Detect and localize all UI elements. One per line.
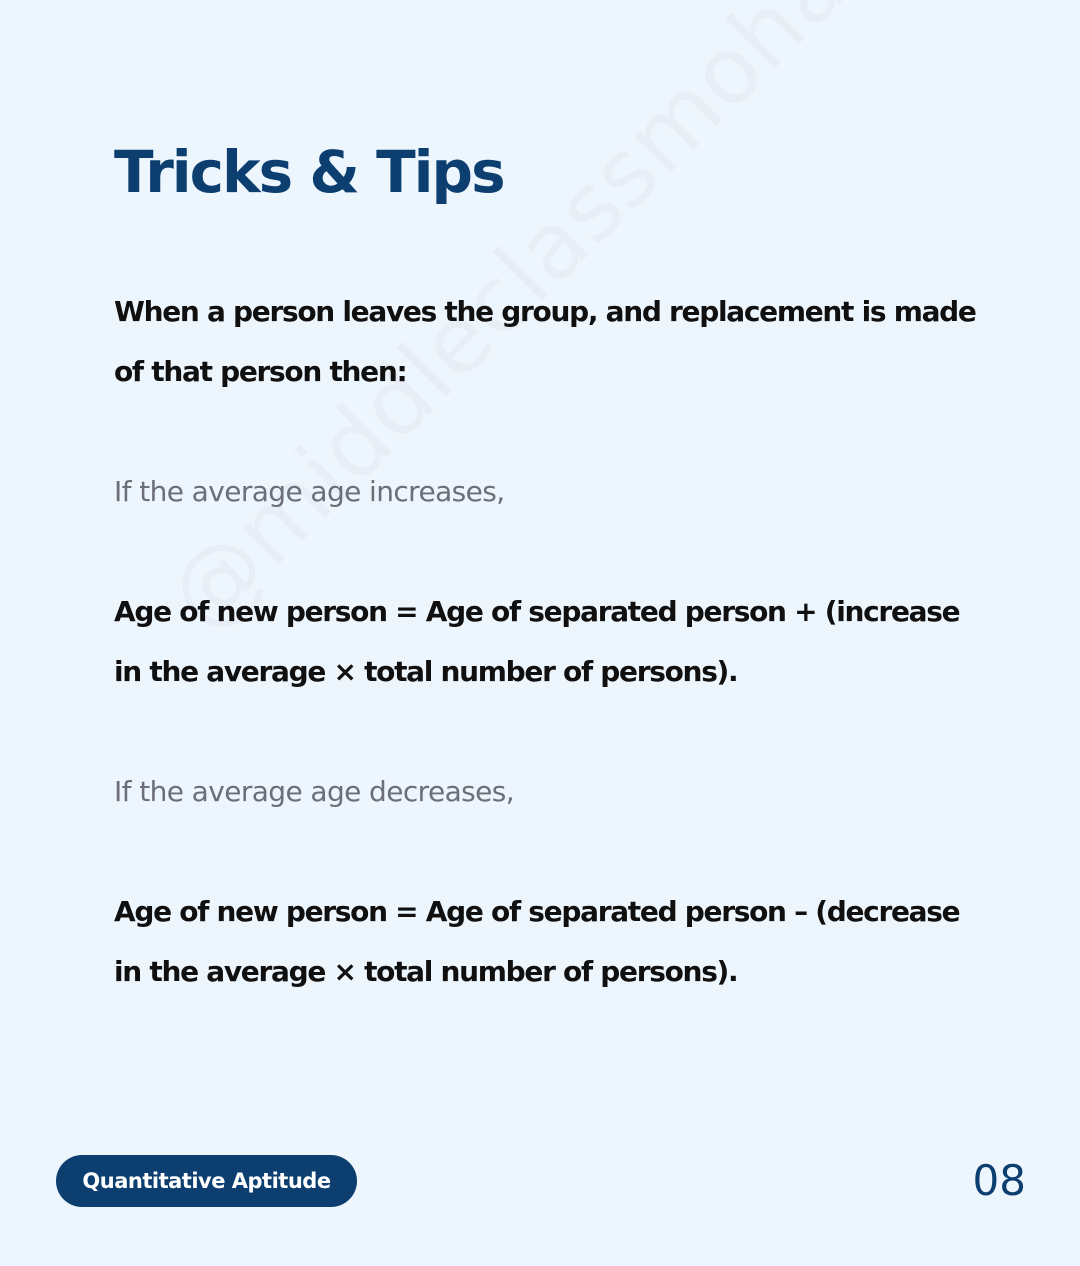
formula-decrease: Age of new person = Age of separated per… xyxy=(114,895,961,988)
page-title: Tricks & Tips xyxy=(114,138,506,206)
condition-decrease: If the average age decreases, xyxy=(114,775,515,808)
condition-increase: If the average age increases, xyxy=(114,475,505,508)
intro-text: When a person leaves the group, and repl… xyxy=(114,295,977,388)
formula-increase: Age of new person = Age of separated per… xyxy=(114,595,961,688)
page-number: 08 xyxy=(972,1156,1026,1205)
topic-badge: Quantitative Aptitude xyxy=(56,1155,357,1207)
